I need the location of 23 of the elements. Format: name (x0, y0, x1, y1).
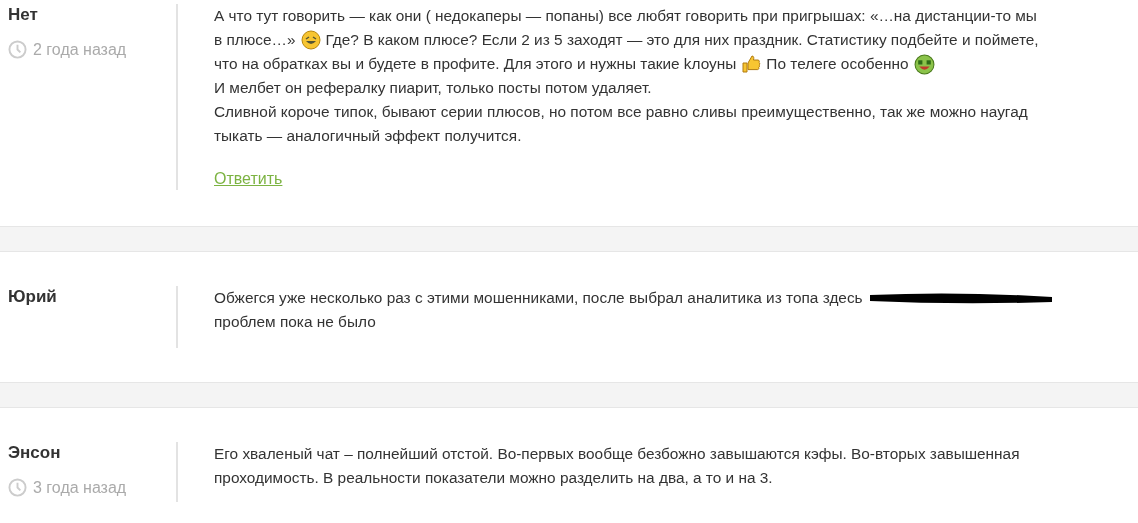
author-name: Юрий (8, 286, 58, 308)
comment-text: проблем пока не было (214, 313, 376, 331)
comment-time: 2 года назад (33, 40, 127, 59)
comment-text: Сливной короче типок, бывают серии плюсов, но потом все равно сливы преимущественно, так же можно наугад (214, 103, 1028, 121)
laughing-face-icon (300, 30, 321, 50)
reply-link[interactable]: Ответить (214, 170, 283, 188)
comment-text: в плюсе…» (214, 31, 296, 49)
author-name: Энсон (8, 442, 62, 464)
comment-time: 3 года назад (33, 478, 127, 497)
comment-text: Его хваленый чат – полнейший отстой. Во-первых вообще безбожно завышаются кэфы. Во-вторых завышенная (214, 445, 1020, 463)
author-name: Нет (8, 4, 39, 26)
clock-icon (8, 478, 27, 497)
money-face-icon (913, 53, 935, 75)
thumbs-up-icon (741, 54, 762, 74)
clock-icon (8, 40, 27, 59)
comment-text: проходимость. В реальности показатели можно разделить на два, а то и на 3. (214, 469, 773, 487)
comment-text: Где? В каком плюсе? Если 2 из 5 заходят — это для них праздник. Статистику подбейте и поймете, (325, 31, 1039, 49)
comment-text: Обжегся уже несколько раз с этими мошенниками, после выбрал аналитика из топа здесь (214, 289, 863, 307)
comment-text: что на обратках вы и будете в профите. Для этого и нужны такие kлоуны (214, 55, 737, 73)
comment-text: И мелбет он рефералку пиарит, только посты потом удаляет. (214, 79, 652, 97)
comment-text: А что тут говорить — как они ( недокаперы — попаны) все любят говорить при пригрышах: «…на дистанции-то мы (214, 7, 1037, 25)
comment-text: По телеге особенно (766, 55, 909, 73)
comment-text: тыкать — аналогичный эффект получится. (214, 127, 522, 145)
